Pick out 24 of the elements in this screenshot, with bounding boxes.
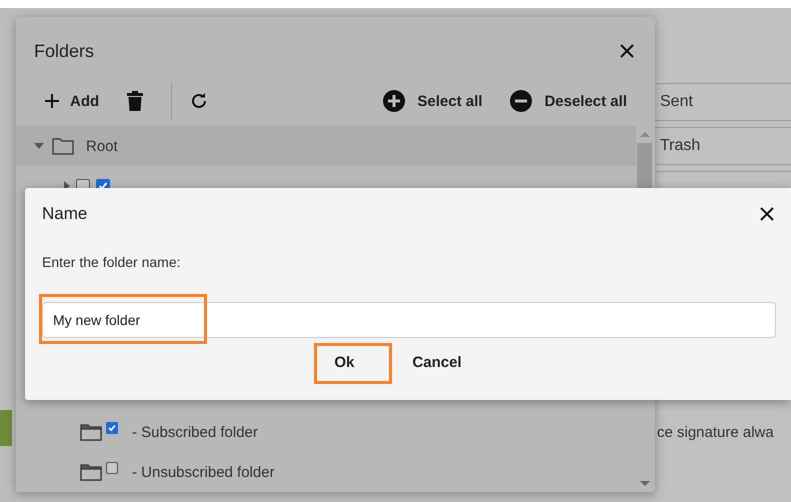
signature-text: ce signature alwa	[656, 424, 775, 441]
minus-circle-icon	[510, 90, 532, 112]
ok-button[interactable]: Ok	[320, 346, 368, 379]
cancel-button[interactable]: Cancel	[398, 346, 476, 379]
folder-name-field[interactable]: My new folder	[42, 302, 776, 338]
refresh-icon[interactable]	[190, 92, 208, 110]
prompt-text: Enter the folder name:	[41, 253, 182, 270]
tree-item[interactable]: Root	[82, 138, 118, 154]
trash-icon[interactable]	[127, 91, 144, 111]
close-icon[interactable]	[619, 43, 635, 59]
plus-circle-icon	[383, 90, 406, 112]
legend-text: - Unsubscribed folder	[132, 464, 275, 480]
close-icon[interactable]	[759, 206, 775, 222]
select-all-button[interactable]: Select all	[383, 88, 482, 114]
deselect-all-button[interactable]: Deselect all	[510, 88, 627, 114]
folder-icon	[80, 463, 102, 481]
dialog-title: Folders	[34, 40, 94, 62]
folder-icon	[80, 423, 102, 441]
caret-icon[interactable]	[34, 143, 44, 149]
legend-text: - Subscribed folder	[132, 424, 258, 440]
add-button[interactable]: Add	[44, 90, 100, 112]
dialog-title: Name	[42, 204, 88, 224]
folder-icon	[52, 137, 74, 155]
plus-icon	[44, 93, 60, 109]
